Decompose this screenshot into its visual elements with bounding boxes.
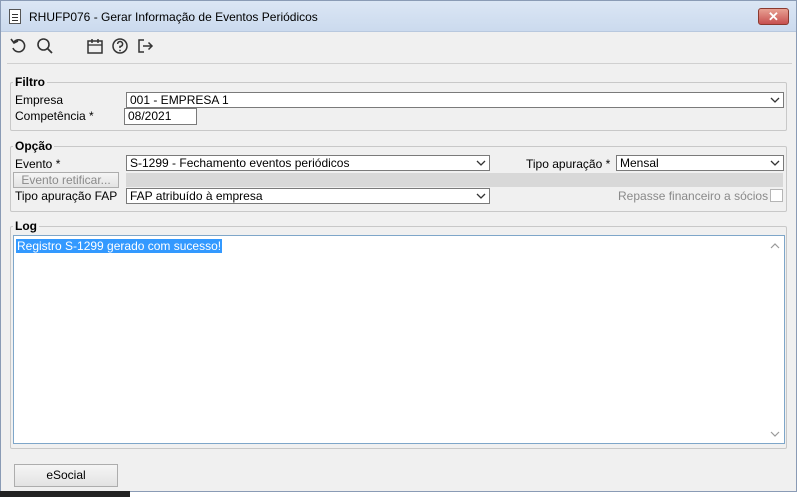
empresa-value: 001 - EMPRESA 1 [130, 93, 229, 107]
scroll-down-icon[interactable] [770, 430, 780, 438]
close-button[interactable]: ✕ [758, 8, 789, 25]
evento-retificar-field [126, 173, 783, 187]
toolbar-separator [7, 63, 792, 64]
chevron-down-icon [770, 160, 780, 166]
tipo-apuracao-value: Mensal [620, 156, 659, 170]
undo-icon[interactable] [9, 36, 29, 56]
help-icon[interactable] [110, 36, 130, 56]
chevron-down-icon [476, 160, 486, 166]
evento-value: S-1299 - Fechamento eventos periódicos [130, 156, 350, 170]
tipo-apuracao-fap-value: FAP atribuído à empresa [130, 189, 263, 203]
tipo-apuracao-select[interactable]: Mensal [616, 155, 784, 171]
main-window: RHUFP076 - Gerar Informação de Eventos P… [0, 0, 797, 492]
calendar-icon[interactable] [85, 36, 105, 56]
chevron-down-icon [476, 193, 486, 199]
scroll-up-icon[interactable] [770, 242, 780, 250]
competencia-label: Competência * [15, 109, 94, 123]
tipo-apuracao-fap-select[interactable]: FAP atribuído à empresa [126, 188, 490, 204]
esocial-button[interactable]: eSocial [14, 464, 118, 487]
opcao-legend: Opção [15, 139, 53, 153]
exit-icon[interactable] [135, 36, 155, 56]
tipo-apuracao-label: Tipo apuração * [526, 157, 611, 171]
evento-retificar-button[interactable]: Evento retificar... [13, 172, 119, 188]
evento-select[interactable]: S-1299 - Fechamento eventos periódicos [126, 155, 490, 171]
evento-label: Evento * [15, 157, 61, 171]
empresa-label: Empresa [15, 93, 64, 107]
tipo-apuracao-fap-label: Tipo apuração FAP [15, 189, 118, 203]
window-title: RHUFP076 - Gerar Informação de Eventos P… [29, 10, 318, 24]
document-icon [9, 9, 21, 24]
filtro-legend: Filtro [15, 75, 45, 89]
log-legend: Log [15, 219, 37, 233]
search-icon[interactable] [35, 36, 55, 56]
empresa-select[interactable]: 001 - EMPRESA 1 [126, 92, 784, 108]
title-bar: RHUFP076 - Gerar Informação de Eventos P… [1, 1, 796, 32]
competencia-input[interactable]: 08/2021 [124, 108, 197, 125]
chevron-down-icon [770, 97, 780, 103]
repasse-checkbox[interactable] [770, 189, 783, 202]
log-text: Registro S-1299 gerado com sucesso! [16, 239, 223, 253]
log-textarea[interactable]: Registro S-1299 gerado com sucesso! [13, 235, 785, 444]
repasse-label: Repasse financeiro a sócios [618, 189, 769, 203]
taskbar-edge [0, 491, 130, 497]
